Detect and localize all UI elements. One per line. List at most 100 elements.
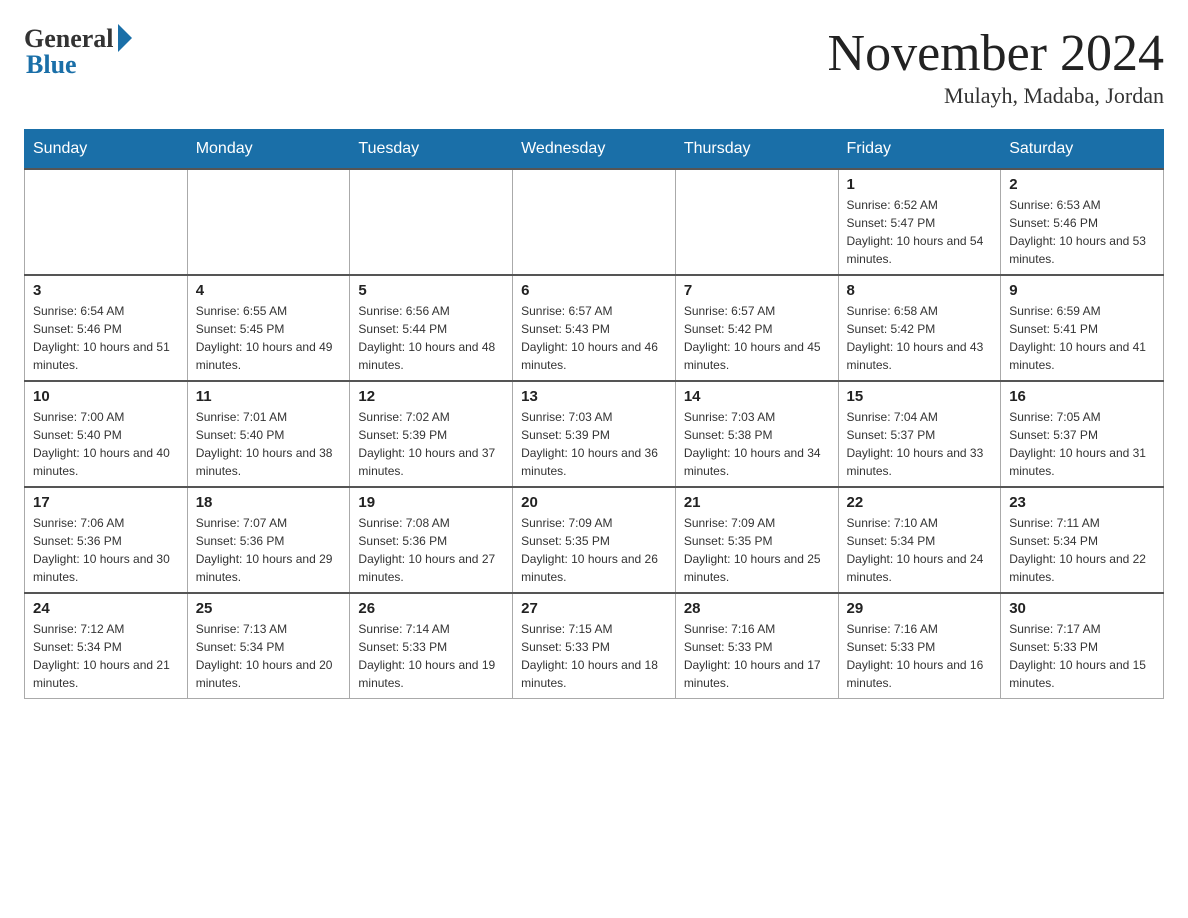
- calendar-cell: 25Sunrise: 7:13 AMSunset: 5:34 PMDayligh…: [187, 593, 350, 699]
- location-title: Mulayh, Madaba, Jordan: [828, 83, 1164, 109]
- day-info: Sunrise: 7:00 AMSunset: 5:40 PMDaylight:…: [33, 408, 179, 480]
- calendar-header-thursday: Thursday: [675, 130, 838, 170]
- day-number: 8: [847, 282, 993, 299]
- calendar-cell: 20 Sunrise: 7:09 AMSunset: 5:35 PMDayligh…: [513, 487, 676, 593]
- calendar-cell: 27 Sunrise: 7:15 AMSunset: 5:33 PMDayligh…: [513, 593, 676, 699]
- day-number: 10: [33, 388, 179, 405]
- day-info: Sunrise: 7:15 AMSunset: 5:33 PMDaylight:…: [521, 620, 667, 692]
- calendar-cell: 26Sunrise: 7:14 AMSunset: 5:33 PMDayligh…: [350, 593, 513, 699]
- day-number: 23: [1009, 494, 1155, 511]
- calendar-cell: 9 Sunrise: 6:59 AMSunset: 5:41 PMDaylight…: [1001, 275, 1164, 381]
- day-number: 1: [847, 176, 993, 193]
- day-info: Sunrise: 7:16 AMSunset: 5:33 PMDaylight:…: [847, 620, 993, 692]
- day-info: Sunrise: 7:07 AMSunset: 5:36 PMDaylight:…: [196, 514, 342, 586]
- day-number: 20: [521, 494, 667, 511]
- day-number: 5: [358, 282, 504, 299]
- calendar-cell: 2 Sunrise: 6:53 AMSunset: 5:46 PMDaylight…: [1001, 169, 1164, 275]
- day-number: 22: [847, 494, 993, 511]
- calendar-cell: 5 Sunrise: 6:56 AMSunset: 5:44 PMDaylight…: [350, 275, 513, 381]
- calendar-cell: 16 Sunrise: 7:05 AMSunset: 5:37 PMDayligh…: [1001, 381, 1164, 487]
- day-info: Sunrise: 6:58 AMSunset: 5:42 PMDaylight:…: [847, 302, 993, 374]
- week-row-1: 1 Sunrise: 6:52 AMSunset: 5:47 PMDaylight…: [25, 169, 1164, 275]
- calendar-cell: 17 Sunrise: 7:06 AMSunset: 5:36 PMDayligh…: [25, 487, 188, 593]
- week-row-5: 24 Sunrise: 7:12 AMSunset: 5:34 PMDayligh…: [25, 593, 1164, 699]
- calendar-cell: 28 Sunrise: 7:16 AMSunset: 5:33 PMDayligh…: [675, 593, 838, 699]
- calendar-cell: 30 Sunrise: 7:17 AMSunset: 5:33 PMDayligh…: [1001, 593, 1164, 699]
- day-info: Sunrise: 7:01 AMSunset: 5:40 PMDaylight:…: [196, 408, 342, 480]
- calendar-cell: 12Sunrise: 7:02 AMSunset: 5:39 PMDayligh…: [350, 381, 513, 487]
- calendar-cell: 29Sunrise: 7:16 AMSunset: 5:33 PMDayligh…: [838, 593, 1001, 699]
- calendar-cell: 22 Sunrise: 7:10 AMSunset: 5:34 PMDayligh…: [838, 487, 1001, 593]
- day-number: 11: [196, 388, 342, 405]
- calendar-cell: 4 Sunrise: 6:55 AMSunset: 5:45 PMDaylight…: [187, 275, 350, 381]
- day-info: Sunrise: 7:06 AMSunset: 5:36 PMDaylight:…: [33, 514, 179, 586]
- day-info: Sunrise: 6:52 AMSunset: 5:47 PMDaylight:…: [847, 196, 993, 268]
- day-info: Sunrise: 7:08 AMSunset: 5:36 PMDaylight:…: [358, 514, 504, 586]
- day-number: 16: [1009, 388, 1155, 405]
- day-number: 26: [358, 600, 504, 617]
- day-info: Sunrise: 7:12 AMSunset: 5:34 PMDaylight:…: [33, 620, 179, 692]
- day-info: Sunrise: 7:11 AMSunset: 5:34 PMDaylight:…: [1009, 514, 1155, 586]
- calendar-cell: 19Sunrise: 7:08 AMSunset: 5:36 PMDayligh…: [350, 487, 513, 593]
- day-info: Sunrise: 7:09 AMSunset: 5:35 PMDaylight:…: [521, 514, 667, 586]
- week-row-3: 10 Sunrise: 7:00 AMSunset: 5:40 PMDayligh…: [25, 381, 1164, 487]
- calendar-cell: [675, 169, 838, 275]
- day-number: 27: [521, 600, 667, 617]
- day-number: 15: [847, 388, 993, 405]
- day-info: Sunrise: 7:04 AMSunset: 5:37 PMDaylight:…: [847, 408, 993, 480]
- calendar-cell: 23 Sunrise: 7:11 AMSunset: 5:34 PMDayligh…: [1001, 487, 1164, 593]
- day-number: 28: [684, 600, 830, 617]
- day-info: Sunrise: 7:16 AMSunset: 5:33 PMDaylight:…: [684, 620, 830, 692]
- day-info: Sunrise: 7:03 AMSunset: 5:39 PMDaylight:…: [521, 408, 667, 480]
- day-info: Sunrise: 6:55 AMSunset: 5:45 PMDaylight:…: [196, 302, 342, 374]
- calendar-cell: 13 Sunrise: 7:03 AMSunset: 5:39 PMDayligh…: [513, 381, 676, 487]
- day-number: 24: [33, 600, 179, 617]
- day-number: 13: [521, 388, 667, 405]
- day-info: Sunrise: 6:56 AMSunset: 5:44 PMDaylight:…: [358, 302, 504, 374]
- calendar-cell: 8 Sunrise: 6:58 AMSunset: 5:42 PMDaylight…: [838, 275, 1001, 381]
- calendar-cell: 15 Sunrise: 7:04 AMSunset: 5:37 PMDayligh…: [838, 381, 1001, 487]
- calendar-cell: [513, 169, 676, 275]
- day-number: 14: [684, 388, 830, 405]
- calendar-table: SundayMondayTuesdayWednesdayThursdayFrid…: [24, 129, 1164, 699]
- day-number: 7: [684, 282, 830, 299]
- day-info: Sunrise: 7:02 AMSunset: 5:39 PMDaylight:…: [358, 408, 504, 480]
- day-number: 17: [33, 494, 179, 511]
- day-number: 6: [521, 282, 667, 299]
- calendar-cell: [187, 169, 350, 275]
- day-info: Sunrise: 7:05 AMSunset: 5:37 PMDaylight:…: [1009, 408, 1155, 480]
- logo-blue-text: Blue: [26, 50, 77, 80]
- day-info: Sunrise: 7:17 AMSunset: 5:33 PMDaylight:…: [1009, 620, 1155, 692]
- day-number: 4: [196, 282, 342, 299]
- day-info: Sunrise: 6:53 AMSunset: 5:46 PMDaylight:…: [1009, 196, 1155, 268]
- logo: General Blue: [24, 24, 132, 80]
- day-info: Sunrise: 7:09 AMSunset: 5:35 PMDaylight:…: [684, 514, 830, 586]
- calendar-cell: 24 Sunrise: 7:12 AMSunset: 5:34 PMDayligh…: [25, 593, 188, 699]
- title-area: November 2024 Mulayh, Madaba, Jordan: [828, 24, 1164, 109]
- calendar-header-row: SundayMondayTuesdayWednesdayThursdayFrid…: [25, 130, 1164, 170]
- calendar-header-sunday: Sunday: [25, 130, 188, 170]
- calendar-header-wednesday: Wednesday: [513, 130, 676, 170]
- calendar-cell: 18Sunrise: 7:07 AMSunset: 5:36 PMDayligh…: [187, 487, 350, 593]
- week-row-2: 3 Sunrise: 6:54 AMSunset: 5:46 PMDaylight…: [25, 275, 1164, 381]
- calendar-cell: 14Sunrise: 7:03 AMSunset: 5:38 PMDayligh…: [675, 381, 838, 487]
- month-title: November 2024: [828, 24, 1164, 83]
- calendar-header-tuesday: Tuesday: [350, 130, 513, 170]
- day-number: 25: [196, 600, 342, 617]
- day-info: Sunrise: 6:57 AMSunset: 5:43 PMDaylight:…: [521, 302, 667, 374]
- day-number: 21: [684, 494, 830, 511]
- calendar-cell: 21 Sunrise: 7:09 AMSunset: 5:35 PMDayligh…: [675, 487, 838, 593]
- calendar-cell: 7 Sunrise: 6:57 AMSunset: 5:42 PMDaylight…: [675, 275, 838, 381]
- day-info: Sunrise: 7:10 AMSunset: 5:34 PMDaylight:…: [847, 514, 993, 586]
- page-header: General Blue November 2024 Mulayh, Madab…: [24, 24, 1164, 109]
- day-number: 9: [1009, 282, 1155, 299]
- day-info: Sunrise: 6:57 AMSunset: 5:42 PMDaylight:…: [684, 302, 830, 374]
- day-number: 3: [33, 282, 179, 299]
- calendar-cell: 11 Sunrise: 7:01 AMSunset: 5:40 PMDayligh…: [187, 381, 350, 487]
- day-number: 2: [1009, 176, 1155, 193]
- day-info: Sunrise: 6:54 AMSunset: 5:46 PMDaylight:…: [33, 302, 179, 374]
- day-number: 30: [1009, 600, 1155, 617]
- day-info: Sunrise: 6:59 AMSunset: 5:41 PMDaylight:…: [1009, 302, 1155, 374]
- week-row-4: 17 Sunrise: 7:06 AMSunset: 5:36 PMDayligh…: [25, 487, 1164, 593]
- calendar-header-monday: Monday: [187, 130, 350, 170]
